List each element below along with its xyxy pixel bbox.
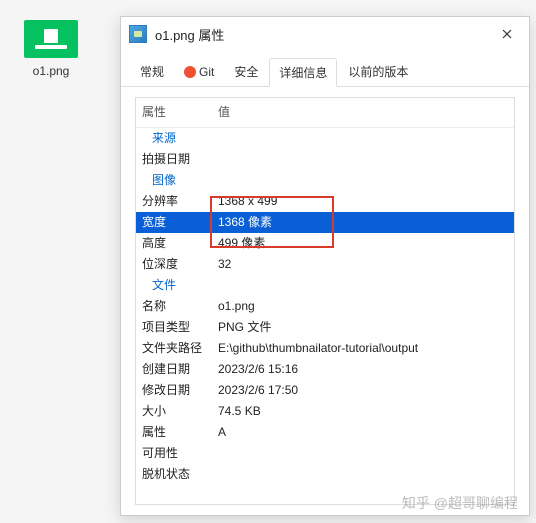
header-value: 值: [204, 98, 514, 128]
prop-label: 项目类型: [136, 317, 204, 338]
watermark: 知乎 @超哥聊编程: [402, 493, 518, 513]
prop-value: 2023/2/6 17:50: [204, 380, 514, 401]
row-date-taken[interactable]: 拍摄日期: [136, 149, 514, 170]
titlebar: o1.png 属性: [121, 17, 529, 51]
section-file: 文件: [136, 275, 514, 296]
tab-previous-versions[interactable]: 以前的版本: [339, 58, 417, 85]
row-width[interactable]: 宽度 1368 像素: [136, 212, 514, 233]
window-title: o1.png 属性: [155, 25, 493, 44]
prop-label: 脱机状态: [136, 464, 204, 485]
row-modified[interactable]: 修改日期 2023/2/6 17:50: [136, 380, 514, 401]
header-property: 属性: [136, 98, 204, 128]
list-header: 属性 值: [136, 98, 514, 128]
row-itemtype[interactable]: 项目类型 PNG 文件: [136, 317, 514, 338]
prop-value: A: [204, 422, 514, 443]
prop-label: 文件夹路径: [136, 338, 204, 359]
prop-label: 创建日期: [136, 359, 204, 380]
prop-label: 名称: [136, 296, 204, 317]
file-thumbnail: [24, 20, 78, 58]
row-created[interactable]: 创建日期 2023/2/6 15:16: [136, 359, 514, 380]
section-source: 来源: [136, 128, 514, 149]
prop-label: 高度: [136, 233, 204, 254]
prop-label: 大小: [136, 401, 204, 422]
tab-security[interactable]: 安全: [225, 58, 267, 85]
desktop-file-item[interactable]: o1.png: [16, 20, 86, 78]
prop-value: 1368 像素: [204, 212, 514, 233]
prop-label: 分辨率: [136, 191, 204, 212]
prop-value: o1.png: [204, 296, 514, 317]
prop-label: 宽度: [136, 212, 204, 233]
row-attrs[interactable]: 属性 A: [136, 422, 514, 443]
properties-list: 属性 值 来源 拍摄日期 图像 分辨率 1368 x 499 宽度 1368 像…: [135, 97, 515, 505]
close-icon: [502, 29, 512, 39]
row-size[interactable]: 大小 74.5 KB: [136, 401, 514, 422]
git-icon: [184, 66, 196, 78]
row-bitdepth[interactable]: 位深度 32: [136, 254, 514, 275]
file-label: o1.png: [33, 64, 70, 78]
tab-details[interactable]: 详细信息: [269, 58, 337, 87]
prop-value: 2023/2/6 15:16: [204, 359, 514, 380]
close-button[interactable]: [493, 24, 521, 44]
tab-bar: 常规 Git 安全 详细信息 以前的版本: [121, 51, 529, 87]
row-offline[interactable]: 脱机状态: [136, 464, 514, 485]
prop-value: 32: [204, 254, 514, 275]
prop-label: 拍摄日期: [136, 149, 204, 170]
tab-git[interactable]: Git: [175, 60, 223, 84]
prop-value: 74.5 KB: [204, 401, 514, 422]
tab-general[interactable]: 常规: [131, 58, 173, 85]
section-image: 图像: [136, 170, 514, 191]
row-folder[interactable]: 文件夹路径 E:\github\thumbnailator-tutorial\o…: [136, 338, 514, 359]
prop-value: PNG 文件: [204, 317, 514, 338]
tab-git-label: Git: [199, 65, 214, 79]
row-name[interactable]: 名称 o1.png: [136, 296, 514, 317]
row-availability[interactable]: 可用性: [136, 443, 514, 464]
prop-label: 位深度: [136, 254, 204, 275]
properties-dialog: o1.png 属性 常规 Git 安全 详细信息 以前的版本 属性 值 来源 拍…: [120, 16, 530, 516]
prop-label: 属性: [136, 422, 204, 443]
prop-value: 1368 x 499: [204, 191, 514, 212]
prop-value: 499 像素: [204, 233, 514, 254]
tab-content: 属性 值 来源 拍摄日期 图像 分辨率 1368 x 499 宽度 1368 像…: [121, 87, 529, 515]
prop-value: E:\github\thumbnailator-tutorial\output: [204, 338, 514, 359]
prop-label: 修改日期: [136, 380, 204, 401]
row-height[interactable]: 高度 499 像素: [136, 233, 514, 254]
row-resolution[interactable]: 分辨率 1368 x 499: [136, 191, 514, 212]
prop-label: 可用性: [136, 443, 204, 464]
image-file-icon: [129, 25, 147, 43]
